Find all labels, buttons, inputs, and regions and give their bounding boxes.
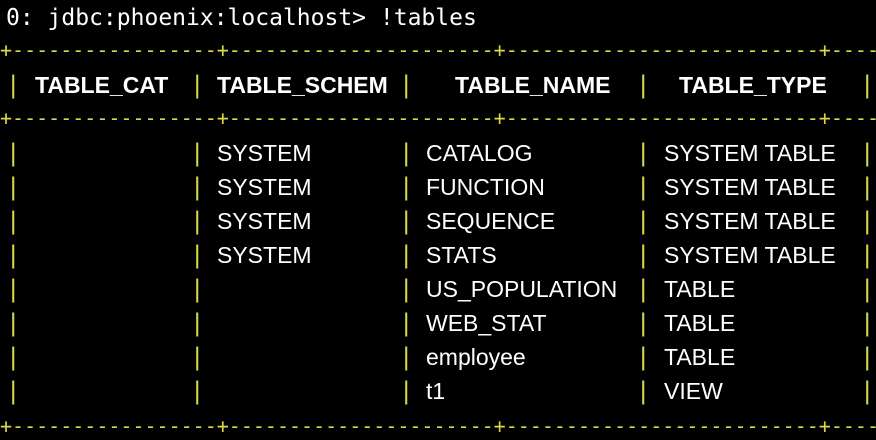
cell-table-name: US_POPULATION xyxy=(426,276,618,302)
column-separator: | xyxy=(399,275,414,303)
table-row: | | | employee | TABLE | xyxy=(0,340,876,374)
table-row: | | | US_POPULATION | TABLE | xyxy=(0,272,876,306)
cell-table-type: TABLE xyxy=(664,310,736,336)
column-separator: | xyxy=(190,377,205,405)
cell-table-type: TABLE xyxy=(664,344,736,370)
cell-table-name: employee xyxy=(426,344,526,370)
column-separator: | xyxy=(860,377,875,405)
column-separator: | xyxy=(636,343,651,371)
column-separator: | xyxy=(860,343,875,371)
terminal-window[interactable]: 0: jdbc:phoenix:localhost> !tables +----… xyxy=(0,0,876,440)
column-separator: | xyxy=(636,377,651,405)
column-separator: | xyxy=(190,139,205,167)
column-separator: | xyxy=(6,309,21,337)
column-header-table-schem: TABLE_SCHEM xyxy=(217,72,388,98)
column-separator: | xyxy=(399,309,414,337)
column-separator: | xyxy=(6,343,21,371)
cell-table-name: SEQUENCE xyxy=(426,208,556,234)
cell-table-name: STATS xyxy=(426,242,497,268)
table-row: | | SYSTEM | SEQUENCE | SYSTEM TABLE | xyxy=(0,204,876,238)
column-separator: | xyxy=(399,241,414,269)
cell-table-schem: SYSTEM xyxy=(217,140,312,166)
table-row: | | | t1 | VIEW | xyxy=(0,374,876,408)
cell-table-type: SYSTEM TABLE xyxy=(664,242,836,268)
column-separator: | xyxy=(190,207,205,235)
column-separator: | xyxy=(6,207,21,235)
table-row: | | SYSTEM | STATS | SYSTEM TABLE | xyxy=(0,238,876,272)
column-separator: | xyxy=(860,241,875,269)
column-separator: | xyxy=(399,71,414,99)
cell-table-type: SYSTEM TABLE xyxy=(664,208,836,234)
column-separator: | xyxy=(860,207,875,235)
column-separator: | xyxy=(636,139,651,167)
table-row: | | | WEB_STAT | TABLE | xyxy=(0,306,876,340)
column-header-table-name: TABLE_NAME xyxy=(455,72,611,98)
column-separator: | xyxy=(6,139,21,167)
table-row: | | SYSTEM | FUNCTION | SYSTEM TABLE | xyxy=(0,170,876,204)
column-separator: | xyxy=(190,71,205,99)
column-separator: | xyxy=(6,275,21,303)
column-separator: | xyxy=(636,275,651,303)
cell-table-name: CATALOG xyxy=(426,140,533,166)
column-separator: | xyxy=(636,173,651,201)
column-separator: | xyxy=(860,173,875,201)
table-border-bottom: +-----------------+---------------------… xyxy=(0,419,876,433)
cell-table-schem: SYSTEM xyxy=(217,208,312,234)
cell-table-type: TABLE xyxy=(664,276,736,302)
column-separator: | xyxy=(190,309,205,337)
column-separator: | xyxy=(190,275,205,303)
column-separator: | xyxy=(190,173,205,201)
column-separator: | xyxy=(399,173,414,201)
cell-table-type: SYSTEM TABLE xyxy=(664,140,836,166)
table-row: | | SYSTEM | CATALOG | SYSTEM TABLE | xyxy=(0,136,876,170)
column-separator: | xyxy=(860,139,875,167)
table-border-top: +-----------------+---------------------… xyxy=(0,43,876,57)
column-header-table-type: TABLE_TYPE xyxy=(679,72,827,98)
column-separator: | xyxy=(860,309,875,337)
column-separator: | xyxy=(636,309,651,337)
cell-table-schem: SYSTEM xyxy=(217,174,312,200)
column-separator: | xyxy=(860,275,875,303)
column-separator: | xyxy=(399,139,414,167)
table-header-row: | TABLE_CAT | TABLE_SCHEM | TABLE_NAME |… xyxy=(0,68,876,102)
column-separator: | xyxy=(6,241,21,269)
cell-table-name: WEB_STAT xyxy=(426,310,547,336)
column-header-table-cat: TABLE_CAT xyxy=(35,72,169,98)
column-separator: | xyxy=(399,377,414,405)
table-border-header-separator: +-----------------+---------------------… xyxy=(0,111,876,125)
cell-table-name: FUNCTION xyxy=(426,174,545,200)
column-separator: | xyxy=(399,343,414,371)
cell-table-type: SYSTEM TABLE xyxy=(664,174,836,200)
cell-table-schem: SYSTEM xyxy=(217,242,312,268)
column-separator: | xyxy=(190,343,205,371)
cell-table-type: VIEW xyxy=(664,378,723,404)
command-prompt-line: 0: jdbc:phoenix:localhost> !tables xyxy=(6,5,477,31)
column-separator: | xyxy=(190,241,205,269)
column-separator: | xyxy=(6,173,21,201)
column-separator: | xyxy=(6,71,21,99)
column-separator: | xyxy=(399,207,414,235)
column-separator: | xyxy=(6,377,21,405)
column-separator: | xyxy=(636,207,651,235)
cell-table-name: t1 xyxy=(426,378,446,404)
column-separator: | xyxy=(636,241,651,269)
column-separator: | xyxy=(636,71,651,99)
column-separator: | xyxy=(860,71,875,99)
